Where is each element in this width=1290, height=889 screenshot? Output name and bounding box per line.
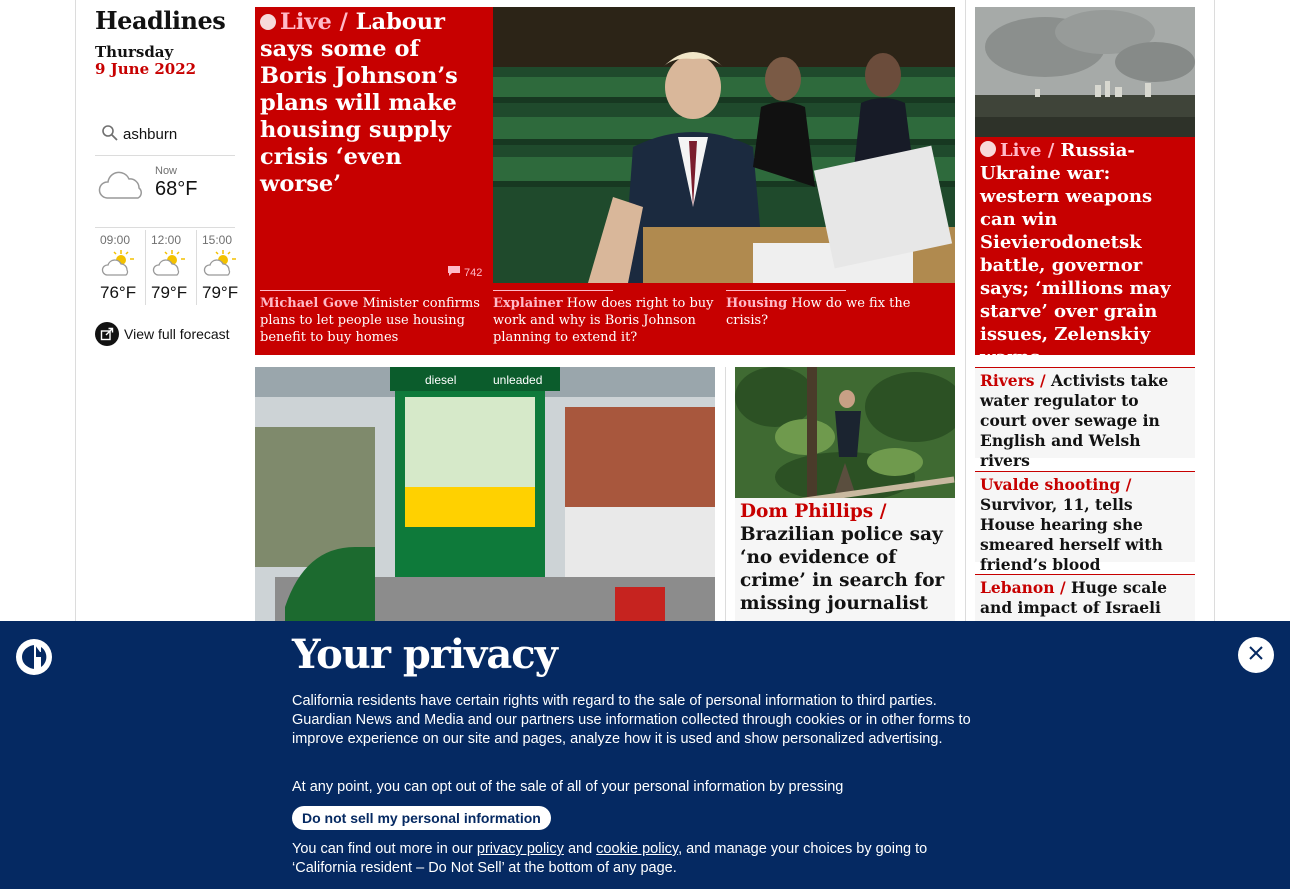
forecast-temp: 76°F <box>100 283 137 302</box>
privacy-banner: Your privacy California residents have c… <box>0 621 1290 889</box>
weather-location[interactable]: ashburn <box>95 118 235 156</box>
live-pulse-icon <box>260 14 276 30</box>
comment-count-value: 742 <box>464 266 483 279</box>
kicker-separator: / <box>879 501 887 522</box>
kicker-separator: / <box>1125 475 1132 494</box>
live-label: Live <box>280 9 332 35</box>
full-forecast-label: View full forecast <box>124 326 230 342</box>
headline-text: Brazilian police say ‘no evidence of cri… <box>740 524 945 614</box>
privacy-paragraph: At any point, you can opt out of the sal… <box>292 779 844 795</box>
kicker-separator: / <box>1059 578 1066 597</box>
privacy-text: and <box>567 841 593 857</box>
rivers-card[interactable]: Rivers / Activists take water regulator … <box>975 367 1195 470</box>
dom-headline[interactable]: Dom Phillips / Brazilian police say ‘no … <box>740 500 952 615</box>
external-link-icon <box>95 322 119 346</box>
ukraine-headline[interactable]: Live / Russia-Ukraine war: western weapo… <box>980 139 1193 369</box>
related-kicker: Explainer <box>493 296 563 311</box>
forecast-temp: 79°F <box>151 283 188 302</box>
cloud-icon <box>95 166 147 210</box>
privacy-paragraph: California residents have certain rights… <box>292 693 971 747</box>
petrol-station-photo[interactable]: diesel unleaded <box>255 367 715 637</box>
privacy-text: You can find out more in our <box>292 841 473 857</box>
card-headline[interactable]: Rivers / Activists take water regulator … <box>975 368 1195 471</box>
close-button[interactable] <box>1238 637 1274 673</box>
forecast-slot: 12:00 79°F <box>146 228 195 308</box>
partly-sunny-icon <box>201 248 237 283</box>
related-link[interactable]: Housing How do we fix the crisis? <box>726 290 952 329</box>
forecast-time: 12:00 <box>151 233 182 247</box>
uvalde-card[interactable]: Uvalde shooting / Survivor, 11, tells Ho… <box>975 471 1195 574</box>
jungle-photo[interactable] <box>735 367 955 498</box>
comment-icon <box>448 266 460 279</box>
related-link[interactable]: Explainer How does right to buy work and… <box>493 290 719 346</box>
related-kicker: Housing <box>726 296 788 311</box>
forecast-time: 15:00 <box>202 233 233 247</box>
weather-now: Now 68°F <box>95 160 235 228</box>
card-headline[interactable]: Uvalde shooting / Survivor, 11, tells Ho… <box>975 472 1195 575</box>
privacy-paragraph: You can find out more in our privacy pol… <box>292 840 962 878</box>
diesel-sign: diesel <box>425 373 456 387</box>
section-title: Headlines <box>95 6 226 35</box>
partly-sunny-icon <box>150 248 186 283</box>
unleaded-sign: unleaded <box>493 373 542 387</box>
live-pulse-icon <box>980 141 996 157</box>
live-label: Live <box>1000 140 1042 161</box>
location-text: ashburn <box>123 126 178 143</box>
kicker-separator: / <box>339 9 348 35</box>
smoke-photo[interactable] <box>975 7 1195 137</box>
headline-kicker: Rivers <box>980 371 1035 390</box>
dom-phillips-card[interactable]: Dom Phillips / Brazilian police say ‘no … <box>735 367 955 647</box>
kicker-separator: / <box>1039 371 1046 390</box>
headline-kicker: Uvalde shooting <box>980 475 1121 494</box>
cookie-policy-link[interactable]: cookie policy <box>596 841 678 857</box>
privacy-title: Your privacy <box>292 631 558 678</box>
comment-count[interactable]: 742 <box>448 266 482 279</box>
commons-photo[interactable] <box>493 7 955 283</box>
lead-story-card[interactable]: Live / Labour says some of Boris Johnson… <box>255 7 955 355</box>
search-icon <box>101 124 119 146</box>
lead-headline[interactable]: Live / Labour says some of Boris Johnson… <box>260 9 485 198</box>
forecast-slot: 09:00 76°F <box>95 228 144 308</box>
headline-text: Survivor, 11, tells House hearing she sm… <box>980 495 1163 574</box>
do-not-sell-button[interactable]: Do not sell my personal information <box>292 806 551 830</box>
kicker-separator: / <box>1047 140 1055 161</box>
forecast-time: 09:00 <box>100 233 131 247</box>
link-rule <box>260 290 380 291</box>
link-rule <box>726 290 846 291</box>
guardian-logo-icon <box>16 639 52 675</box>
related-link[interactable]: Michael Gove Minister confirms plans to … <box>260 290 486 346</box>
headline-text: Labour says some of Boris Johnson’s plan… <box>260 9 458 197</box>
ukraine-live-card[interactable]: Live / Russia-Ukraine war: western weapo… <box>975 7 1195 368</box>
forecast-temp: 79°F <box>202 283 239 302</box>
headline-kicker: Lebanon <box>980 578 1055 597</box>
headline-kicker: Dom Phillips <box>740 501 874 522</box>
related-kicker: Michael Gove <box>260 296 359 311</box>
partly-sunny-icon <box>99 248 135 283</box>
forecast-slot: 15:00 79°F <box>197 228 246 308</box>
privacy-policy-link[interactable]: privacy policy <box>477 841 564 857</box>
now-label: Now <box>155 165 178 177</box>
date-label: 9 June 2022 <box>95 60 197 78</box>
now-temp: 68°F <box>155 178 198 200</box>
column-divider <box>725 367 726 647</box>
close-icon <box>1248 645 1264 665</box>
full-forecast-link[interactable]: View full forecast <box>95 322 230 346</box>
day-label: Thursday <box>95 43 174 61</box>
link-rule <box>493 290 613 291</box>
headline-text: Russia-Ukraine war: western weapons can … <box>980 140 1171 368</box>
